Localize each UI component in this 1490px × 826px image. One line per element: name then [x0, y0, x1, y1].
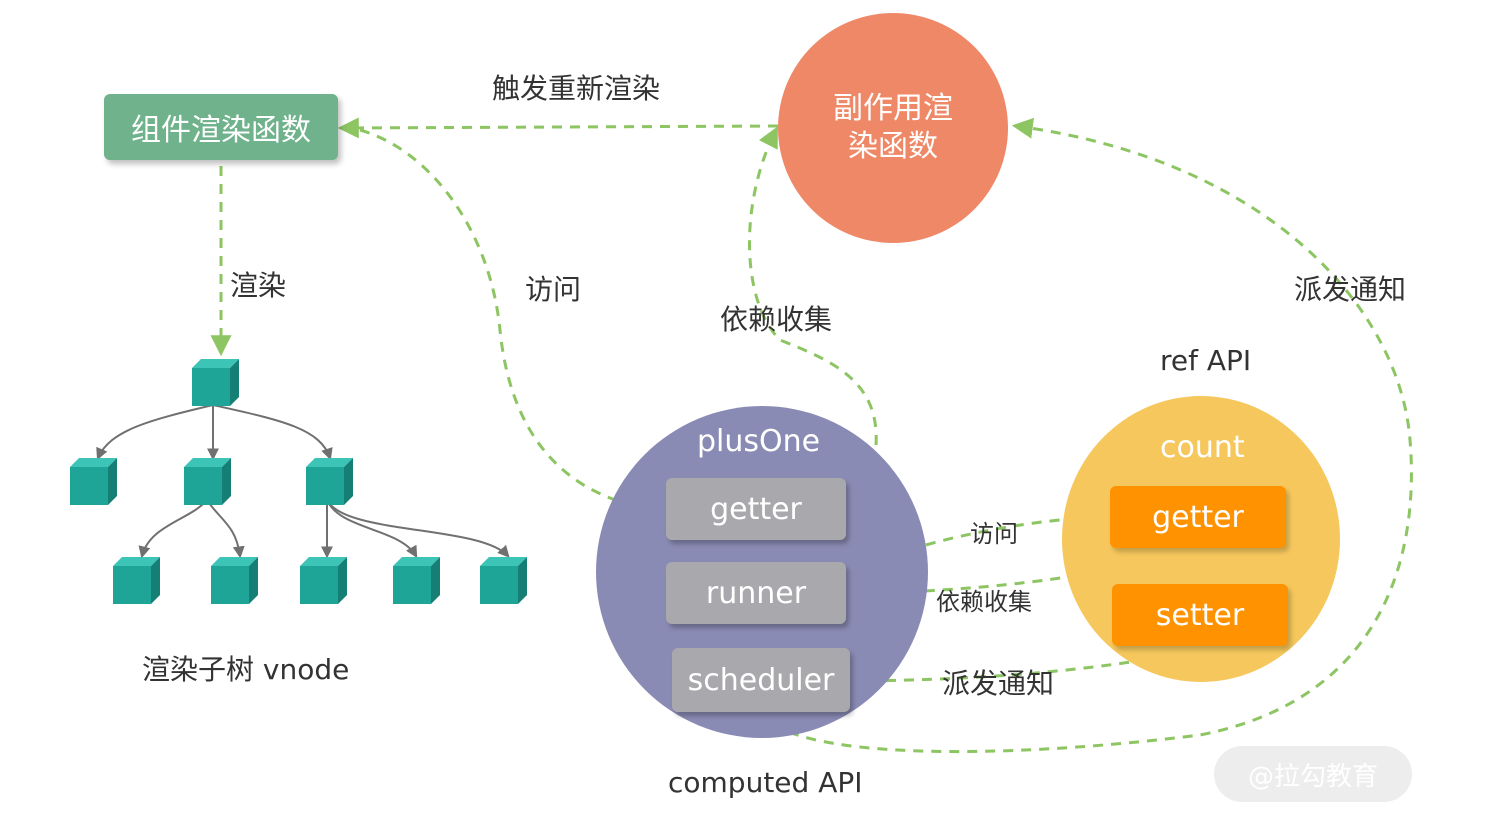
label-dispatch-notify-right: 派发通知 — [1294, 273, 1407, 306]
vnode-child-cube-2 — [184, 458, 231, 505]
vnode-grandchild-cube-4 — [393, 557, 440, 604]
ref-getter-label: getter — [1152, 499, 1244, 535]
computed-scheduler-label: scheduler — [687, 662, 835, 698]
ref-setter-label: setter — [1155, 597, 1245, 633]
label-dispatch-notify-bottom: 派发通知 — [942, 667, 1055, 700]
computed-getter-label: getter — [710, 491, 802, 527]
watermark-text: @拉勾教育 — [1247, 761, 1378, 792]
computed-scheduler-box: scheduler — [672, 648, 850, 712]
reactivity-diagram: 组件渲染函数 副作用渲 染函数 触发重新渲染 渲染 访问 依赖收集 派发通知 调… — [0, 0, 1490, 826]
ref-caption: ref API — [1160, 344, 1252, 377]
label-trigger-rerender: 触发重新渲染 — [492, 72, 661, 105]
vnode-grandchild-cube-1 — [113, 557, 160, 604]
effect-label-line2: 染函数 — [848, 129, 938, 164]
watermark-badge: @拉勾教育 — [1214, 746, 1412, 802]
computed-runner-label: runner — [705, 575, 807, 611]
computed-title: plusOne — [697, 424, 821, 459]
ref-title: count — [1160, 430, 1245, 465]
label-dep-collect-mid: 依赖收集 — [936, 588, 1032, 616]
label-access: 访问 — [525, 273, 582, 306]
tree-connectors — [96, 404, 510, 559]
arrow-trigger-rerender — [337, 117, 779, 139]
label-dep-collect-top: 依赖收集 — [720, 303, 833, 336]
ref-setter-box: setter — [1112, 584, 1288, 646]
computed-runner-box: runner — [666, 562, 846, 624]
computed-getter-box: getter — [666, 478, 846, 540]
component-render-function-box: 组件渲染函数 — [104, 94, 338, 160]
component-render-function-label: 组件渲染函数 — [131, 113, 311, 148]
vnode-grandchild-cube-2 — [211, 557, 258, 604]
computed-caption: computed API — [668, 766, 863, 799]
label-access-mid: 访问 — [970, 520, 1018, 548]
vnode-grandchild-cube-3 — [300, 557, 347, 604]
vnode-child-cube-3 — [306, 458, 353, 505]
effect-label-line1: 副作用渲 — [833, 91, 953, 126]
arrow-access-to-getter — [359, 128, 671, 520]
subtree-caption: 渲染子树 vnode — [142, 653, 350, 686]
label-render: 渲染 — [230, 269, 287, 302]
vnode-grandchild-cube-5 — [480, 557, 527, 604]
ref-getter-box: getter — [1110, 486, 1286, 548]
effect-render-function-circle: 副作用渲 染函数 — [778, 13, 1008, 243]
vnode-root-cube — [192, 359, 239, 406]
vnode-child-cube-1 — [70, 458, 117, 505]
